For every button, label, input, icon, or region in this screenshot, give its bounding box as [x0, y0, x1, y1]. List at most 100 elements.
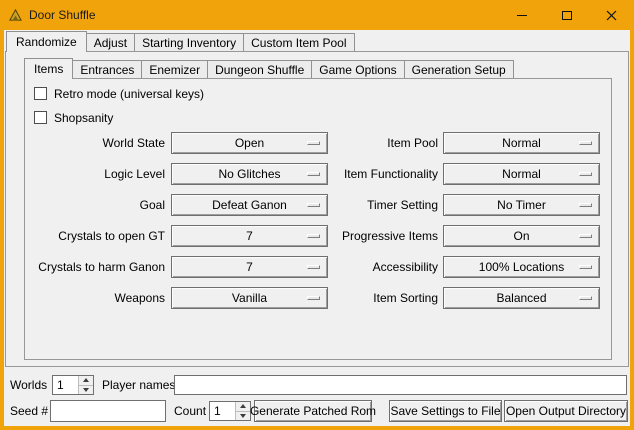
- dropdown-crystals-harm-ganon[interactable]: 7: [171, 256, 328, 278]
- minimize-button[interactable]: [499, 0, 544, 30]
- dropdown-logic-level[interactable]: No Glitches: [171, 163, 328, 185]
- dropdown-crystals-open-gt[interactable]: 7: [171, 225, 328, 247]
- field-label-item-pool: Item Pool: [325, 132, 438, 154]
- dropdown-value: 7: [246, 260, 253, 274]
- tab-items[interactable]: Items: [24, 58, 73, 79]
- worlds-spin-down[interactable]: [78, 386, 93, 395]
- retro-mode-label: Retro mode (universal keys): [54, 87, 204, 101]
- count-spin-down[interactable]: [235, 412, 250, 421]
- dropdown-world-state[interactable]: Open: [171, 132, 328, 154]
- player-names-input[interactable]: [174, 375, 627, 395]
- count-label: Count: [174, 400, 206, 422]
- spin-down-icon: [240, 414, 246, 418]
- dropdown-value: Normal: [502, 136, 541, 150]
- field-label-progressive-items: Progressive Items: [325, 225, 438, 247]
- count-spin-up[interactable]: [235, 402, 250, 412]
- inner-tab-bar: Items Entrances Enemizer Dungeon Shuffle…: [24, 58, 514, 79]
- worlds-value: 1: [53, 376, 78, 394]
- dropdown-value: Open: [235, 136, 264, 150]
- dropdown-item-pool[interactable]: Normal: [443, 132, 600, 154]
- spin-down-icon: [83, 388, 89, 392]
- dropdown-value: Normal: [502, 167, 541, 181]
- maximize-button[interactable]: [544, 0, 589, 30]
- save-settings-button[interactable]: Save Settings to File: [389, 400, 502, 422]
- field-label-crystals-harm-ganon: Crystals to harm Ganon: [25, 256, 165, 278]
- randomize-tab-panel: Items Entrances Enemizer Dungeon Shuffle…: [5, 51, 629, 367]
- dropdown-indicator-icon: [579, 203, 592, 207]
- worlds-spin-up[interactable]: [78, 376, 93, 386]
- field-label-goal: Goal: [25, 194, 165, 216]
- close-button[interactable]: [589, 0, 634, 30]
- dropdown-value: No Timer: [497, 198, 546, 212]
- open-output-directory-button[interactable]: Open Output Directory: [504, 400, 628, 422]
- dropdown-value: No Glitches: [218, 167, 280, 181]
- count-spinner[interactable]: 1: [209, 401, 251, 421]
- dropdown-item-sorting[interactable]: Balanced: [443, 287, 600, 309]
- shopsanity-checkbox-row[interactable]: Shopsanity: [34, 110, 113, 125]
- dropdown-indicator-icon: [307, 265, 320, 269]
- spin-up-icon: [83, 378, 89, 382]
- retro-mode-checkbox-row[interactable]: Retro mode (universal keys): [34, 86, 204, 101]
- field-label-item-functionality: Item Functionality: [325, 163, 438, 185]
- tab-game-options[interactable]: Game Options: [311, 60, 404, 78]
- outer-tab-bar: Randomize Adjust Starting Inventory Cust…: [6, 31, 355, 52]
- dropdown-weapons[interactable]: Vanilla: [171, 287, 328, 309]
- dropdown-value: 100% Locations: [479, 260, 564, 274]
- tab-randomize[interactable]: Randomize: [6, 31, 87, 52]
- dropdown-value: Balanced: [496, 291, 546, 305]
- shopsanity-checkbox[interactable]: [34, 111, 47, 124]
- field-label-logic-level: Logic Level: [25, 163, 165, 185]
- dropdown-indicator-icon: [579, 172, 592, 176]
- minimize-icon: [517, 15, 527, 16]
- dropdown-value: On: [513, 229, 529, 243]
- seed-input[interactable]: [50, 400, 166, 422]
- field-label-crystals-open-gt: Crystals to open GT: [25, 225, 165, 247]
- dropdown-indicator-icon: [307, 141, 320, 145]
- tab-starting-inventory[interactable]: Starting Inventory: [134, 33, 244, 51]
- dropdown-indicator-icon: [307, 296, 320, 300]
- close-icon: [606, 10, 617, 21]
- worlds-label: Worlds: [10, 375, 47, 395]
- dropdown-item-functionality[interactable]: Normal: [443, 163, 600, 185]
- dropdown-indicator-icon: [307, 203, 320, 207]
- dropdown-indicator-icon: [307, 172, 320, 176]
- spin-up-icon: [240, 404, 246, 408]
- tab-enemizer[interactable]: Enemizer: [141, 60, 208, 78]
- dropdown-progressive-items[interactable]: On: [443, 225, 600, 247]
- dropdown-timer-setting[interactable]: No Timer: [443, 194, 600, 216]
- window-title: Door Shuffle: [29, 8, 96, 22]
- tab-entrances[interactable]: Entrances: [72, 60, 142, 78]
- tab-generation-setup[interactable]: Generation Setup: [404, 60, 514, 78]
- items-tab-panel: Retro mode (universal keys) Shopsanity W…: [24, 78, 612, 360]
- dropdown-indicator-icon: [579, 296, 592, 300]
- dropdown-value: Defeat Ganon: [212, 198, 287, 212]
- generate-patched-rom-button[interactable]: Generate Patched Rom: [254, 400, 372, 422]
- field-label-world-state: World State: [25, 132, 165, 154]
- app-icon: [8, 8, 23, 23]
- dropdown-accessibility[interactable]: 100% Locations: [443, 256, 600, 278]
- field-label-accessibility: Accessibility: [325, 256, 438, 278]
- dropdown-indicator-icon: [307, 234, 320, 238]
- field-label-timer-setting: Timer Setting: [325, 194, 438, 216]
- retro-mode-checkbox[interactable]: [34, 87, 47, 100]
- player-names-label: Player names: [102, 375, 175, 395]
- worlds-spinner[interactable]: 1: [52, 375, 94, 395]
- field-label-item-sorting: Item Sorting: [325, 287, 438, 309]
- tab-custom-item-pool[interactable]: Custom Item Pool: [243, 33, 354, 51]
- dropdown-indicator-icon: [579, 141, 592, 145]
- window-content: Randomize Adjust Starting Inventory Cust…: [4, 30, 630, 426]
- tab-dungeon-shuffle[interactable]: Dungeon Shuffle: [207, 60, 312, 78]
- window: Door Shuffle Randomize Adjust Starting I…: [0, 0, 634, 430]
- window-controls: [499, 0, 634, 30]
- dropdown-indicator-icon: [579, 265, 592, 269]
- tab-adjust[interactable]: Adjust: [86, 33, 135, 51]
- count-value: 1: [210, 402, 235, 420]
- dropdown-value: Vanilla: [232, 291, 267, 305]
- shopsanity-label: Shopsanity: [54, 111, 113, 125]
- field-label-weapons: Weapons: [25, 287, 165, 309]
- maximize-icon: [562, 11, 572, 20]
- dropdown-indicator-icon: [579, 234, 592, 238]
- titlebar[interactable]: Door Shuffle: [0, 0, 634, 30]
- dropdown-value: 7: [246, 229, 253, 243]
- dropdown-goal[interactable]: Defeat Ganon: [171, 194, 328, 216]
